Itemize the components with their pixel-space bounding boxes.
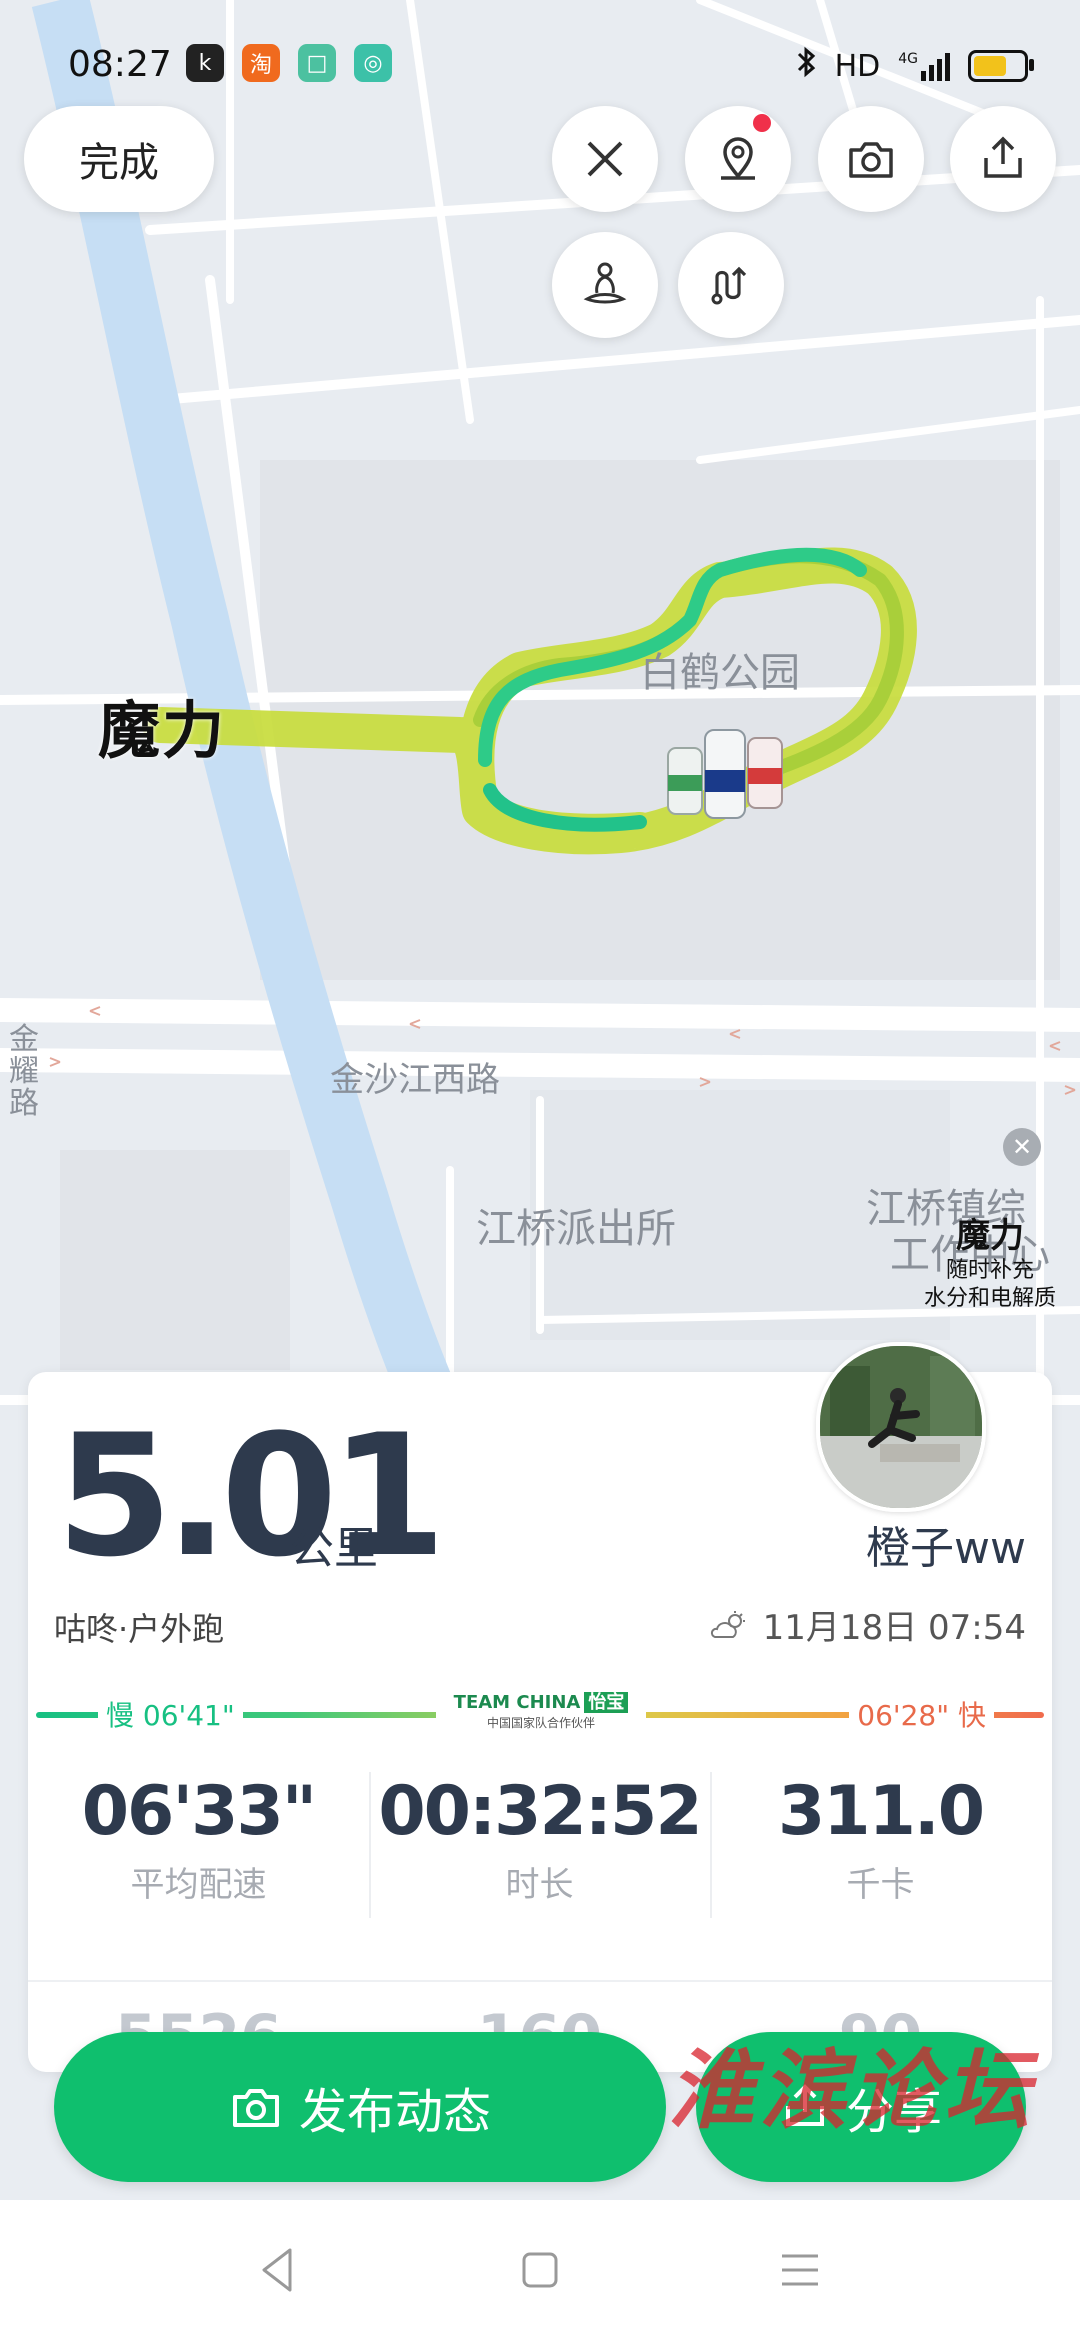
menu-icon[interactable] — [770, 2240, 830, 2300]
sponsor-badge: 怡宝 — [584, 1692, 629, 1713]
share-icon — [984, 136, 1022, 178]
weather-cloud-sun-icon — [710, 1610, 745, 1638]
signal-icon: 4G — [898, 51, 950, 81]
activity-type: 咕咚·户外跑 — [54, 1610, 225, 1648]
route-button[interactable] — [678, 232, 784, 338]
stats-row: 06'33" 平均配速 00:32:52 时长 311.0 千卡 — [28, 1772, 1052, 1918]
network-type: HD — [834, 48, 881, 84]
home-icon[interactable] — [510, 2240, 570, 2300]
sponsor-caption: 中国国家队合作伙伴 — [486, 1716, 595, 1730]
done-button[interactable]: 完成 — [24, 106, 214, 212]
ad-line-2: 水分和电解质 — [923, 1286, 1056, 1311]
brand-ad[interactable]: 魔力 随时补充 水分和电解质 — [905, 1208, 1075, 1313]
row-divider — [28, 1980, 1052, 1982]
forum-watermark: 淮滨论坛 — [668, 2040, 1036, 2141]
system-nav-bar — [0, 2200, 1080, 2340]
sponsor-team: TEAM CHINA — [453, 1692, 581, 1713]
sponsor-logo: TEAM CHINA 怡宝 中国国家队合作伙伴 — [436, 1688, 646, 1731]
taobao-icon: 淘 — [242, 44, 280, 82]
notification-dot — [753, 114, 771, 132]
camera-icon — [232, 2089, 279, 2127]
app-notification-icon: ◎ — [354, 44, 392, 82]
pace-slow-label: 慢 06'41" — [98, 1694, 243, 1734]
app-notification-icon: □ — [298, 44, 336, 82]
activity-datetime: 11月18日 07:54 — [709, 1600, 1026, 1649]
camera-icon — [849, 142, 893, 178]
notification-icons: k 淘 □ ◎ — [186, 44, 392, 82]
road-label: 金沙江西路 — [330, 1060, 500, 1100]
bluetooth-icon — [795, 46, 817, 86]
ad-close-icon[interactable]: ✕ — [1003, 1128, 1041, 1166]
battery-icon — [968, 50, 1034, 82]
vertical-road-label: 金耀路 — [9, 1022, 39, 1121]
app-notification-icon: k — [186, 44, 224, 82]
datetime-text: 11月18日 07:54 — [762, 1608, 1026, 1648]
stat-avg-pace: 06'33" 平均配速 — [28, 1772, 369, 1906]
park-label: 白鹤公园 — [640, 650, 800, 696]
pace-fast-label: 06'28" 快 — [849, 1694, 994, 1734]
meditate-button[interactable] — [552, 232, 658, 338]
distance-value: 5.01 — [56, 1398, 447, 1594]
route-icon — [711, 266, 747, 305]
close-icon — [587, 141, 623, 177]
stat-label: 千卡 — [846, 1865, 915, 1905]
post-update-button[interactable]: 发布动态 — [54, 2032, 666, 2182]
post-update-label: 发布动态 — [298, 2084, 491, 2140]
location-pin-icon — [721, 137, 755, 180]
distance-unit: 公里 — [290, 1523, 378, 1574]
stat-calories: 311.0 千卡 — [710, 1772, 1051, 1918]
stat-value: 311.0 — [777, 1772, 985, 1851]
avatar[interactable] — [816, 1342, 986, 1512]
username: 橙子ww — [866, 1523, 1026, 1574]
ad-line-1: 随时补充 — [945, 1258, 1034, 1283]
camera-button[interactable] — [818, 106, 924, 212]
location-button[interactable] — [685, 106, 791, 212]
stat-label: 时长 — [505, 1865, 574, 1905]
stat-value: 00:32:52 — [378, 1772, 702, 1851]
brand-name: 魔力 — [98, 694, 227, 767]
person-meditate-icon — [583, 262, 627, 304]
stat-label: 平均配速 — [130, 1865, 267, 1905]
stat-value: 06'33" — [81, 1772, 318, 1851]
pace-bar: 慢 06'41" TEAM CHINA 怡宝 中国国家队合作伙伴 06'28" 快 — [36, 1688, 1044, 1734]
run-summary-card: 5.01 公里 橙子ww 咕咚·户外跑 11月18日 07:54 慢 06'41… — [28, 1342, 1052, 2072]
status-time: 08:27 — [68, 44, 172, 85]
stat-duration: 00:32:52 时长 — [369, 1772, 710, 1918]
police-station-label: 江桥派出所 — [476, 1206, 676, 1252]
close-button[interactable] — [552, 106, 658, 212]
ad-title: 魔力 — [956, 1216, 1024, 1256]
back-icon[interactable] — [250, 2240, 310, 2300]
export-button[interactable] — [950, 106, 1056, 212]
network-badge: 4G — [898, 51, 918, 67]
